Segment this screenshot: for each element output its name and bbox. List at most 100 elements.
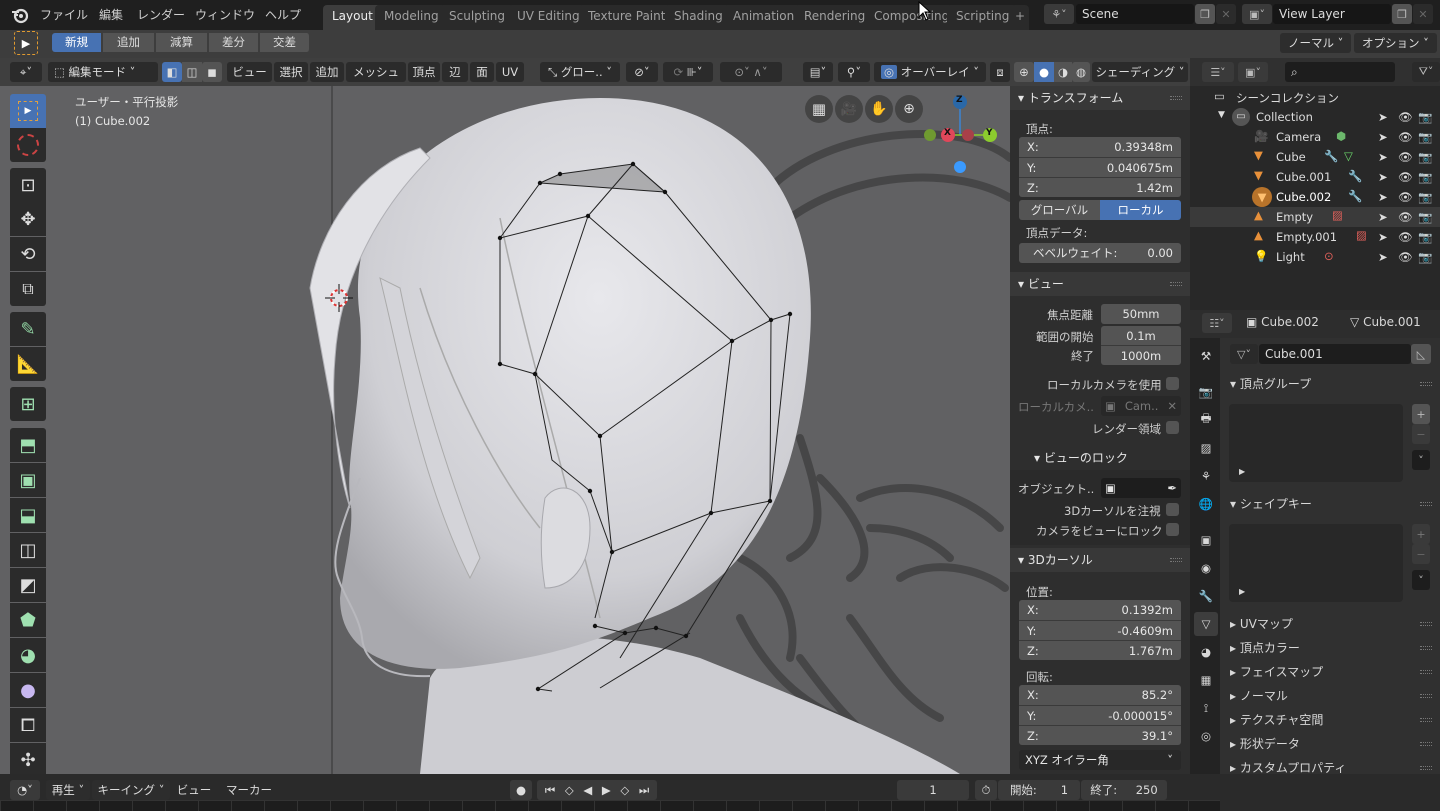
menu-file[interactable]: ファイル [40,6,88,23]
add-workspace-button[interactable]: + [1011,5,1030,30]
uv-maps-header[interactable]: ▸ UVマップ [1222,612,1440,636]
outliner-item[interactable]: ▲ Empty.001 ▨ ➤ 👁 📷 [1190,227,1440,247]
xray-toggle[interactable]: ⧈ [990,62,1010,82]
menu-uv[interactable]: UV [496,62,524,82]
current-frame-field[interactable]: 1 [897,780,969,800]
select-box-tool-indicator[interactable]: ▶ [14,31,38,55]
mode-intersect[interactable]: 交差 [260,33,310,52]
global-toggle[interactable]: グローバル [1019,200,1100,220]
view-lock-subpanel-header[interactable]: ▾ ビューのロック [1010,446,1190,470]
outliner-item[interactable]: ▼ Cube.001 🔧 ➤ 👁 📷 [1190,167,1440,187]
render-camera-icon[interactable]: 📷 [1418,190,1432,204]
prev-keyframe-icon[interactable]: ◇ [565,780,574,800]
drag-grip-icon[interactable] [1420,646,1432,650]
menu-window[interactable]: ウィンドウ [195,6,255,23]
eye-icon[interactable]: 👁 [1398,230,1413,244]
drag-grip-icon[interactable] [1420,502,1432,506]
normals-header[interactable]: ▸ ノーマル [1222,684,1440,708]
spin-tool[interactable]: ◕ [10,638,46,672]
remove-vertex-group-button[interactable]: − [1412,424,1430,444]
cursor-rot-y-field[interactable]: Y: -0.000015° [1019,705,1181,725]
drag-grip-icon[interactable] [1420,382,1432,386]
render-camera-icon[interactable]: 📷 [1418,170,1432,184]
vertex-colors-header[interactable]: ▸ 頂点カラー [1222,636,1440,660]
menu-render[interactable]: レンダー [137,6,185,23]
snap-controls[interactable]: ⟳ ⊪˅ [663,62,713,82]
local-camera-field[interactable]: ▣ Cam.. ✕ [1101,396,1181,416]
options-dropdown[interactable]: オプション ˅ [1354,33,1437,53]
outliner-item[interactable]: 💡 Light ⊙ ➤ 👁 📷 [1190,247,1440,267]
tab-world[interactable]: 🌐 [1194,492,1218,516]
view-layer-dropdown[interactable]: ▣˅ [1242,4,1272,24]
vertex-group-menu[interactable]: ˅ [1412,450,1430,470]
drag-grip-icon[interactable] [1420,766,1432,770]
lock-camera-checkbox[interactable] [1166,523,1179,536]
tab-scene[interactable]: ⚘ [1194,464,1218,488]
menu-edge[interactable]: 辺 [442,62,468,82]
rotate-tool[interactable]: ⟲ [10,237,46,271]
tab-particles[interactable]: ◎ [1194,724,1218,748]
inset-tool[interactable]: ▣ [10,463,46,497]
outliner-item[interactable]: ▲ Empty ▨ ➤ 👁 📷 [1190,207,1440,227]
scene-name-field[interactable]: Scene [1076,4,1194,24]
annotate-tool[interactable]: ✎ [10,312,46,346]
render-camera-icon[interactable]: 📷 [1418,210,1432,224]
measure-tool[interactable]: 📐 [10,347,46,381]
loop-cut-tool[interactable]: ◫ [10,533,46,567]
eye-icon[interactable]: 👁 [1398,150,1413,164]
smooth-tool[interactable]: ● [10,673,46,707]
blender-logo-icon[interactable] [10,5,30,25]
selectable-icon[interactable]: ➤ [1378,210,1388,224]
tab-constraints[interactable]: ⟟ [1194,696,1218,720]
clip-end-field[interactable]: 1000m [1101,345,1181,365]
outliner-display-mode[interactable]: ☰˅ [1202,62,1234,82]
selectable-icon[interactable]: ➤ [1378,250,1388,264]
cursor-rot-x-field[interactable]: X: 85.2° [1019,685,1181,705]
navigation-gizmo[interactable]: Z X Y [920,92,1000,182]
shading-dropdown[interactable]: シェーディング ˅ [1092,62,1188,82]
cursor-x-field[interactable]: X: 0.1392m [1019,600,1181,620]
view-panel-header[interactable]: ▾ ビュー [1010,272,1190,296]
menu-vertex[interactable]: 頂点 [408,62,440,82]
tab-object-data[interactable]: ▽ [1194,612,1218,636]
tab-animation[interactable]: Animation [724,5,804,30]
overlay-dropdown[interactable]: ◎ オーバーレイ ˅ [874,62,986,82]
focal-length-field[interactable]: 50mm [1101,304,1181,324]
add-cube-tool[interactable]: ⊞ [10,387,46,421]
3d-viewport[interactable] [0,58,1010,774]
eyedropper-icon[interactable]: ✒ [1167,478,1177,498]
jump-start-icon[interactable]: ⏮ [545,780,555,800]
add-shape-key-button[interactable]: + [1412,524,1430,544]
face-select-button[interactable]: ◼ [202,62,222,82]
new-scene-button[interactable]: ❐ [1195,4,1215,24]
material-shading-button[interactable]: ◑ [1054,62,1072,82]
rotation-mode-dropdown[interactable]: XYZ オイラー角 ˅ [1019,750,1181,770]
outliner-item[interactable]: ▼ Cube 🔧 ▽ ➤ 👁 📷 [1190,147,1440,167]
extrude-tool[interactable]: ⬒ [10,428,46,462]
selectable-icon[interactable]: ➤ [1378,110,1388,124]
normal-dropdown[interactable]: ノーマル ˅ [1280,33,1352,53]
mode-dropdown[interactable]: ⬚ 編集モード ˅ [48,62,158,82]
wireframe-shading-button[interactable]: ⊕ [1014,62,1034,82]
tab-output[interactable]: 🖶 [1194,408,1218,432]
tab-texture[interactable]: ▦ [1194,668,1218,692]
drag-grip-icon[interactable] [1420,694,1432,698]
jump-end-icon[interactable]: ⏭ [639,780,649,800]
texture-space-header[interactable]: ▸ テクスチャ空間 [1222,708,1440,732]
knife-tool[interactable]: ◩ [10,568,46,602]
end-frame-field[interactable]: 終了: 250 [1081,780,1167,800]
drag-grip-icon[interactable] [1420,718,1432,722]
menu-view[interactable]: ビュー [227,62,272,82]
mesh-name-field[interactable]: Cube.001 [1259,344,1411,364]
shape-keys-list[interactable]: ▶ [1229,524,1403,602]
tab-rendering[interactable]: Rendering [795,5,875,30]
lock-object-field[interactable]: ▣ ✒ [1101,478,1181,498]
mesh-datablock-dropdown[interactable]: ▽˅ [1230,344,1258,364]
rendered-shading-button[interactable]: ◍ [1072,62,1090,82]
clip-start-field[interactable]: 0.1m [1101,326,1181,346]
drag-grip-icon[interactable] [1170,282,1182,286]
render-camera-icon[interactable]: 📷 [1418,230,1432,244]
eye-icon[interactable]: 👁 [1398,170,1413,184]
vertex-select-button[interactable]: ◧ [162,62,182,82]
object-visibility-dropdown[interactable]: ▤˅ [803,62,833,82]
